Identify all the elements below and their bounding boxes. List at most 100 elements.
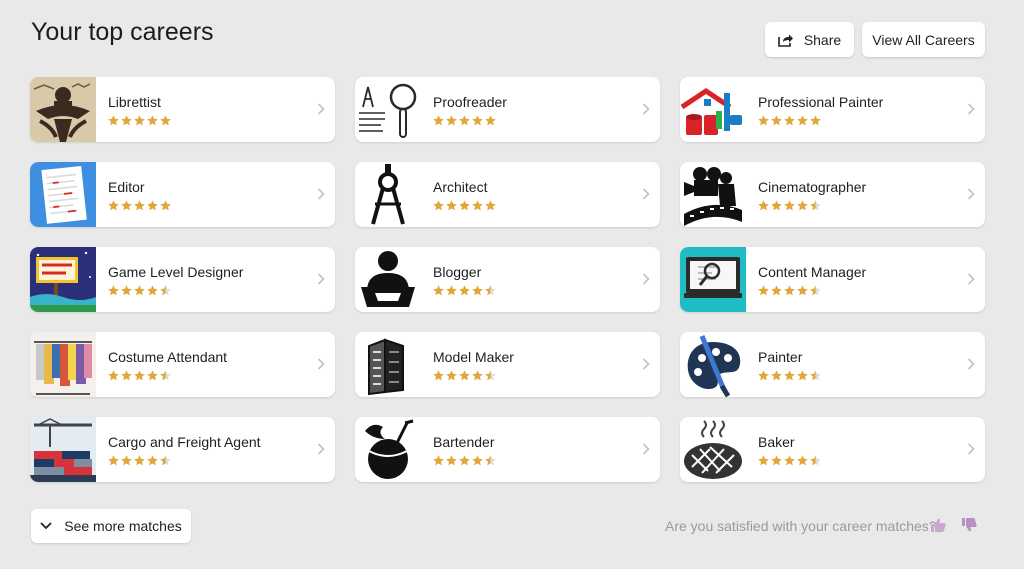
star-full-icon bbox=[472, 199, 483, 210]
star-full-icon bbox=[108, 284, 119, 295]
chevron-right-icon bbox=[642, 188, 650, 200]
star-full-icon bbox=[446, 199, 457, 210]
star-full-icon bbox=[446, 114, 457, 125]
star-rating bbox=[108, 114, 171, 126]
star-full-icon bbox=[121, 369, 132, 380]
coconut-drink-icon bbox=[355, 417, 421, 482]
career-card[interactable]: Bartender bbox=[355, 417, 660, 482]
career-title: Cinematographer bbox=[758, 178, 867, 195]
star-full-icon bbox=[121, 284, 132, 295]
career-title: Game Level Designer bbox=[108, 263, 244, 280]
star-full-icon bbox=[797, 369, 808, 380]
star-full-icon bbox=[147, 199, 158, 210]
career-card[interactable]: Painter bbox=[680, 332, 985, 397]
star-full-icon bbox=[134, 199, 145, 210]
star-full-icon bbox=[108, 199, 119, 210]
career-title: Costume Attendant bbox=[108, 348, 228, 365]
career-title: Content Manager bbox=[758, 263, 867, 280]
star-full-icon bbox=[108, 114, 119, 125]
star-rating bbox=[108, 454, 261, 466]
chevron-right-icon bbox=[317, 273, 325, 285]
chevron-right-icon bbox=[317, 103, 325, 115]
view-all-careers-button[interactable]: View All Careers bbox=[862, 22, 985, 57]
chevron-down-icon bbox=[40, 522, 52, 530]
star-half-icon bbox=[810, 284, 821, 295]
star-half-icon bbox=[485, 454, 496, 465]
star-full-icon bbox=[771, 199, 782, 210]
bread-loaf-icon bbox=[680, 417, 746, 482]
star-full-icon bbox=[134, 454, 145, 465]
star-full-icon bbox=[459, 369, 470, 380]
star-full-icon bbox=[758, 114, 769, 125]
level-up-sign-icon bbox=[30, 247, 96, 312]
career-card[interactable]: Baker bbox=[680, 417, 985, 482]
share-icon bbox=[778, 34, 793, 47]
thumbs-down-icon[interactable] bbox=[962, 518, 977, 532]
career-title: Baker bbox=[758, 433, 795, 450]
star-full-icon bbox=[485, 114, 496, 125]
clothes-rack-icon bbox=[30, 332, 96, 397]
career-card[interactable]: Costume Attendant bbox=[30, 332, 335, 397]
career-card[interactable]: Librettist bbox=[30, 77, 335, 142]
career-card[interactable]: Blogger bbox=[355, 247, 660, 312]
star-rating bbox=[758, 114, 883, 126]
star-full-icon bbox=[160, 114, 171, 125]
chevron-right-icon bbox=[317, 188, 325, 200]
career-card[interactable]: Content Manager bbox=[680, 247, 985, 312]
career-card[interactable]: Editor bbox=[30, 162, 335, 227]
star-full-icon bbox=[433, 454, 444, 465]
career-card[interactable]: Architect bbox=[355, 162, 660, 227]
see-more-matches-label: See more matches bbox=[64, 518, 182, 534]
star-full-icon bbox=[121, 199, 132, 210]
chevron-right-icon bbox=[967, 103, 975, 115]
career-title: Proofreader bbox=[433, 93, 507, 110]
star-rating bbox=[108, 199, 171, 211]
star-full-icon bbox=[446, 454, 457, 465]
star-full-icon bbox=[433, 114, 444, 125]
star-rating bbox=[433, 114, 507, 126]
star-full-icon bbox=[433, 369, 444, 380]
career-card[interactable]: Model Maker bbox=[355, 332, 660, 397]
share-button[interactable]: Share bbox=[765, 22, 854, 57]
star-rating bbox=[108, 284, 243, 296]
share-label: Share bbox=[803, 31, 842, 48]
star-full-icon bbox=[147, 454, 158, 465]
star-rating bbox=[758, 369, 821, 381]
chevron-right-icon bbox=[317, 358, 325, 370]
star-full-icon bbox=[758, 369, 769, 380]
thumbs-up-icon[interactable] bbox=[931, 518, 946, 532]
star-full-icon bbox=[784, 199, 795, 210]
star-full-icon bbox=[758, 284, 769, 295]
star-half-icon bbox=[810, 199, 821, 210]
star-rating bbox=[108, 369, 227, 381]
career-grid: Librettist Proofreader Professional Pain… bbox=[30, 77, 986, 482]
chevron-right-icon bbox=[967, 358, 975, 370]
career-card[interactable]: Proofreader bbox=[355, 77, 660, 142]
star-half-icon bbox=[485, 369, 496, 380]
star-full-icon bbox=[121, 454, 132, 465]
star-full-icon bbox=[147, 284, 158, 295]
star-full-icon bbox=[459, 114, 470, 125]
career-title: Editor bbox=[108, 178, 145, 195]
career-title: Librettist bbox=[108, 93, 161, 110]
career-card[interactable]: Game Level Designer bbox=[30, 247, 335, 312]
document-icon bbox=[30, 162, 96, 227]
star-full-icon bbox=[446, 369, 457, 380]
star-full-icon bbox=[797, 454, 808, 465]
star-full-icon bbox=[758, 454, 769, 465]
satisfaction-question: Are you satisfied with your career match… bbox=[665, 518, 937, 534]
career-card[interactable]: Cargo and Freight Agent bbox=[30, 417, 335, 482]
house-paint-icon bbox=[680, 77, 746, 142]
star-full-icon bbox=[160, 199, 171, 210]
star-full-icon bbox=[771, 114, 782, 125]
star-full-icon bbox=[771, 284, 782, 295]
star-full-icon bbox=[784, 369, 795, 380]
see-more-matches-button[interactable]: See more matches bbox=[31, 509, 191, 543]
career-title: Bartender bbox=[433, 433, 495, 450]
star-rating bbox=[758, 454, 821, 466]
career-card[interactable]: Professional Painter bbox=[680, 77, 985, 142]
star-half-icon bbox=[160, 454, 171, 465]
magnifier-text-icon bbox=[355, 77, 421, 142]
star-full-icon bbox=[121, 114, 132, 125]
career-card[interactable]: Cinematographer bbox=[680, 162, 985, 227]
